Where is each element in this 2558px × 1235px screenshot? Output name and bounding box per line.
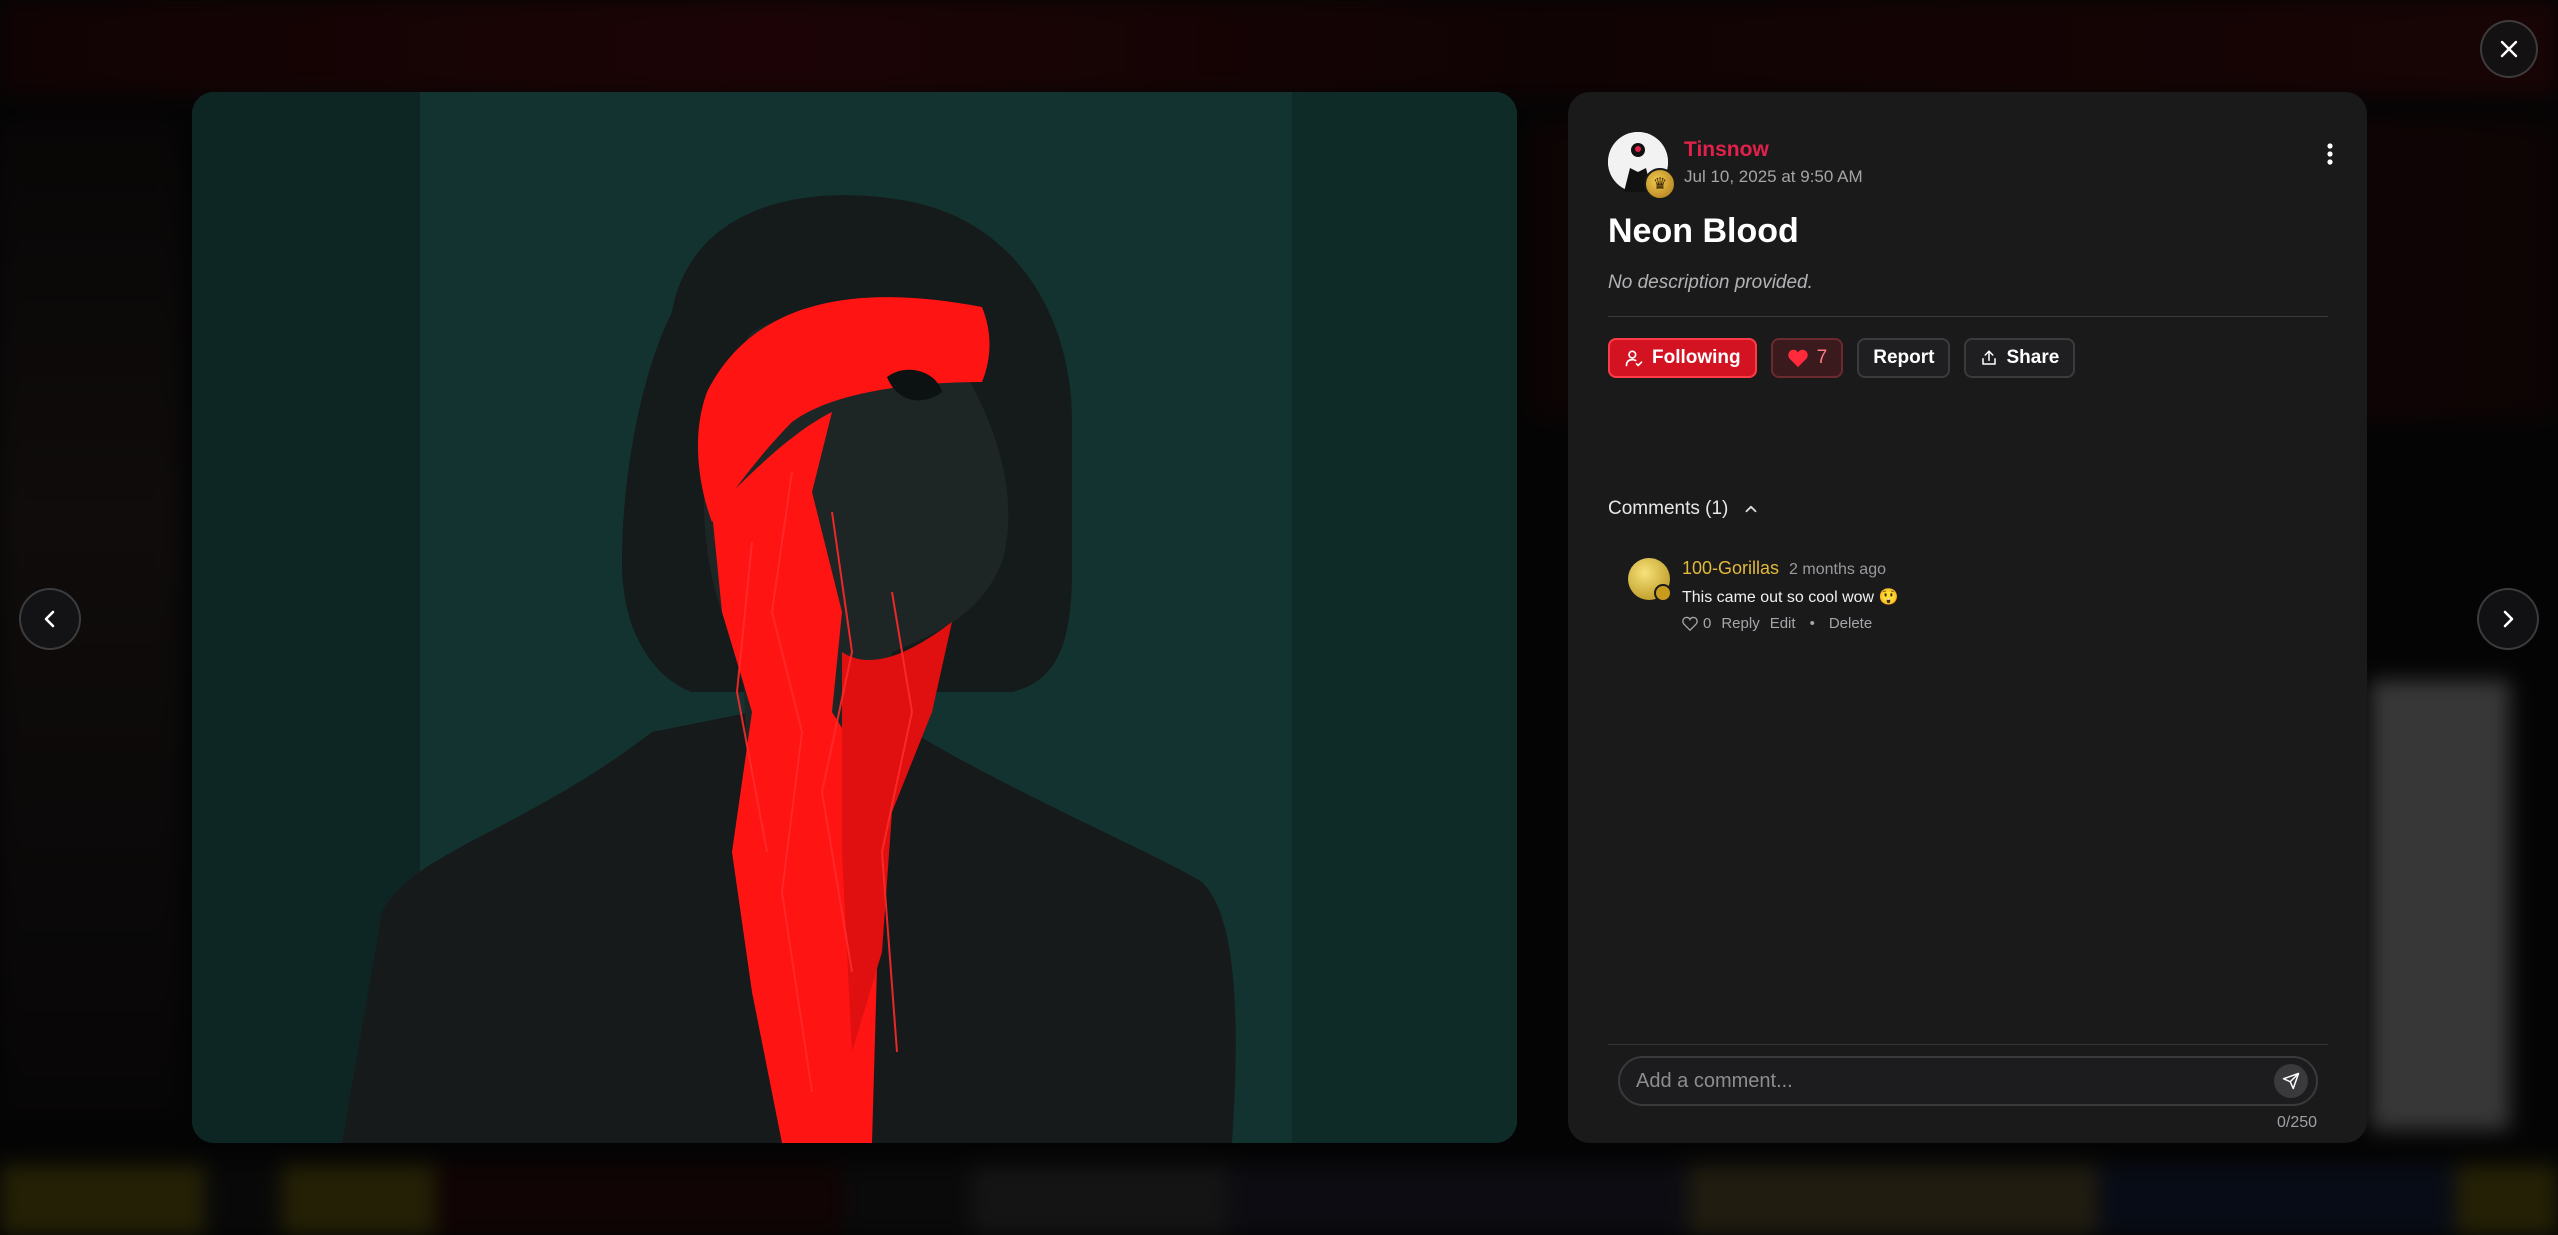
like-button[interactable]: 7: [1770, 338, 1844, 378]
share-label: Share: [2006, 347, 2060, 368]
action-bar: Following 7 Report Share: [1608, 338, 2076, 378]
chevron-up-icon: [1745, 505, 1757, 513]
more-vertical-icon: [2327, 143, 2333, 165]
post-title: Neon Blood: [1608, 212, 1799, 250]
post-date: Jul 10, 2025 at 9:50 AM: [1684, 167, 1863, 186]
author-name[interactable]: Tinsnow: [1684, 137, 1863, 163]
chevron-right-icon: [2503, 610, 2514, 628]
author-row: ♛ Tinsnow Jul 10, 2025 at 9:50 AM: [1608, 132, 1863, 200]
comment-actions: 0 Reply Edit • Delete: [1682, 615, 1898, 632]
char-count: 0/250: [2277, 1114, 2318, 1131]
heart-icon: [1787, 349, 1808, 368]
send-button[interactable]: [2274, 1064, 2308, 1098]
commenter-avatar[interactable]: [1628, 558, 1672, 602]
report-button[interactable]: Report: [1857, 338, 1951, 378]
badge-icon: [1654, 584, 1672, 602]
comment-time: 2 months ago: [1789, 561, 1886, 578]
report-label: Report: [1873, 347, 1935, 368]
separator-dot: •: [1809, 615, 1815, 632]
like-count: 7: [1816, 347, 1828, 368]
comment-like-button[interactable]: 0: [1682, 615, 1711, 632]
comment-item: 100-Gorillas 2 months ago This came out …: [1628, 558, 1898, 632]
following-label: Following: [1652, 347, 1741, 368]
composer-divider: [1608, 1044, 2328, 1045]
following-button[interactable]: Following: [1608, 338, 1757, 378]
share-icon: [1982, 350, 1997, 365]
artwork-image: [192, 92, 1517, 1143]
comments-header: Comments (1): [1608, 498, 1729, 519]
more-options-button[interactable]: [2310, 134, 2350, 174]
delete-button[interactable]: Delete: [1829, 615, 1872, 632]
edit-button[interactable]: Edit: [1770, 615, 1796, 632]
chevron-left-icon: [44, 610, 55, 628]
previous-button[interactable]: [19, 588, 81, 650]
artwork-illustration: [192, 92, 1517, 1143]
comment-input[interactable]: [1620, 1058, 2274, 1104]
next-button[interactable]: [2477, 588, 2539, 650]
divider: [1608, 316, 2328, 317]
comment-composer: [1618, 1056, 2318, 1106]
user-check-icon: [1625, 350, 1643, 367]
comment-text: This came out so cool wow 😲: [1682, 589, 1899, 606]
heart-outline-icon: [1682, 616, 1698, 631]
comments-toggle[interactable]: Comments (1): [1608, 498, 1760, 520]
trophy-badge-icon: ♛: [1644, 168, 1676, 200]
send-icon: [2282, 1072, 2300, 1090]
share-button[interactable]: Share: [1964, 338, 2076, 378]
reply-button[interactable]: Reply: [1721, 615, 1759, 632]
post-detail-panel: ♛ Tinsnow Jul 10, 2025 at 9:50 AM Neon B…: [1568, 92, 2367, 1143]
comment-like-count: 0: [1703, 615, 1712, 632]
author-avatar[interactable]: ♛: [1608, 132, 1676, 200]
close-button[interactable]: [2480, 20, 2538, 78]
commenter-name[interactable]: 100-Gorillas: [1682, 558, 1779, 579]
close-icon: [2500, 40, 2518, 58]
post-description: No description provided.: [1608, 272, 1813, 293]
